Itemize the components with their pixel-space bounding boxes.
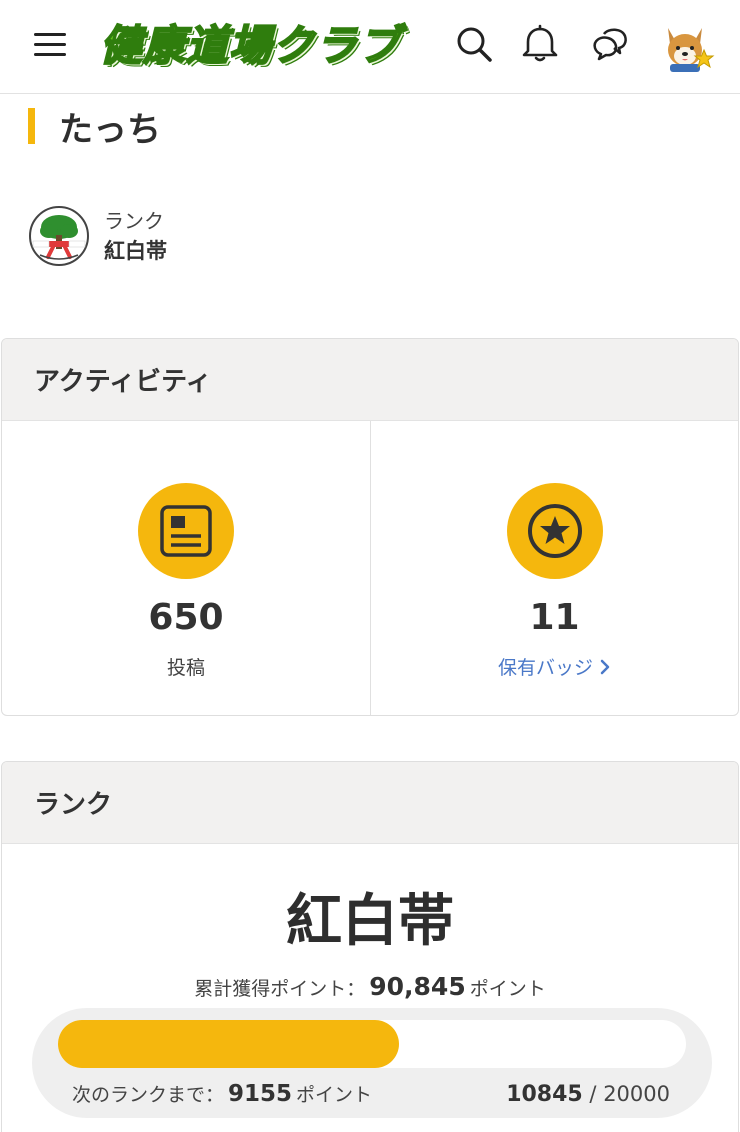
profile-header: たっち: [28, 104, 161, 150]
progress-count: 10845 / 20000: [506, 1082, 670, 1107]
next-rank-value: 9155: [228, 1081, 293, 1107]
rank-value: 紅白帯: [104, 239, 167, 263]
rank-progress: 次のランクまで： 9155 ポイント 10845 / 20000: [32, 1008, 712, 1118]
rank-section-title: ランク: [2, 762, 738, 844]
progress-fill: [58, 1020, 399, 1068]
app-header: 健康道場クラブ: [0, 0, 740, 94]
progress-current: 10845: [506, 1082, 583, 1107]
activity-card: アクティビティ 650 投稿 11 保有バッジ: [1, 338, 739, 716]
accent-bar: [28, 108, 35, 144]
search-icon[interactable]: [452, 22, 496, 66]
bell-icon[interactable]: [518, 22, 562, 66]
badges-link-label: 保有バッジ: [497, 657, 593, 679]
rank-card: ランク 紅白帯 累計獲得ポイント： 90,845 ポイント 次のランクまで： 9155…: [1, 761, 739, 1132]
next-rank: 次のランクまで： 9155 ポイント: [72, 1080, 372, 1107]
progress-track: [58, 1020, 686, 1068]
logo-text: 健康道場クラブ: [99, 20, 402, 71]
chevron-right-icon: [600, 659, 610, 674]
total-points-label: 累計獲得ポイント：: [194, 978, 366, 1000]
rank-label: ランク: [104, 209, 164, 233]
badges-stat: 11 保有バッジ: [370, 421, 738, 715]
badges-count: 11: [529, 597, 580, 638]
next-rank-unit: ポイント: [296, 1084, 373, 1106]
profile-rank: ランク 紅白帯: [28, 204, 167, 268]
next-rank-label: 次のランクまで：: [72, 1084, 225, 1106]
star-badge-icon: [506, 483, 603, 579]
posts-label: 投稿: [166, 657, 205, 679]
total-points-value: 90,845: [369, 972, 466, 1001]
menu-icon[interactable]: [30, 26, 70, 62]
site-logo[interactable]: 健康道場クラブ: [99, 12, 402, 72]
total-points-unit: ポイント: [469, 978, 546, 1000]
avatar[interactable]: [662, 20, 716, 74]
progress-max: 20000: [603, 1082, 670, 1106]
rank-name: 紅白帯: [286, 889, 454, 954]
activity-title: アクティビティ: [2, 339, 738, 421]
posts-stat: 650 投稿: [2, 421, 370, 715]
document-icon: [138, 483, 234, 579]
badges-link[interactable]: 保有バッジ: [498, 653, 611, 680]
posts-count: 650: [148, 597, 224, 638]
user-name: たっち: [59, 109, 161, 150]
rank-emblem-icon: [28, 205, 90, 267]
progress-separator: /: [589, 1082, 597, 1106]
total-points: 累計獲得ポイント： 90,845 ポイント: [2, 972, 738, 1001]
chat-icon[interactable]: [588, 22, 632, 66]
